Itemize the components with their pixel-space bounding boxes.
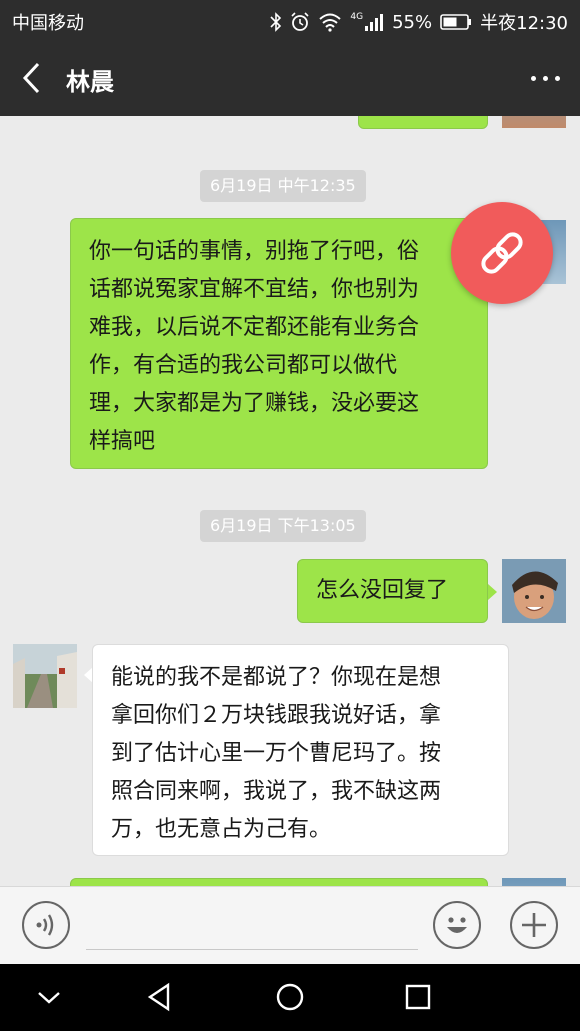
message-input[interactable] — [86, 949, 418, 950]
carrier-name: 中国移动 — [12, 13, 84, 34]
my-avatar[interactable] — [502, 559, 566, 623]
battery-percent: 55% — [392, 11, 433, 33]
status-icons: 4G 55% 半夜12:30 — [270, 9, 568, 35]
hide-keyboard-icon[interactable] — [32, 980, 66, 1014]
message-line: 到了估计心里一万个曹尼玛了。按 — [111, 741, 442, 766]
partial-sent-bubble[interactable] — [70, 878, 488, 886]
message-line: 万，也无意占为己有。 — [111, 817, 332, 842]
more-dots-icon[interactable] — [528, 64, 562, 92]
message-line: 话都说冤家宜解不宜结，你也别为 — [89, 277, 420, 302]
signal-icon: 4G — [350, 13, 384, 31]
emoji-icon[interactable] — [433, 901, 481, 949]
battery-icon — [440, 14, 472, 30]
message-line: 照合同来啊，我说了，我不缺这两 — [111, 779, 442, 804]
system-nav-bar — [0, 964, 580, 1031]
received-message-bubble[interactable]: 能说的我不是都说了？你现在是想 拿回你们２万块钱跟我说好话，拿 到了估计心里一万… — [92, 644, 509, 856]
sent-message-bubble[interactable]: 你一句话的事情，别拖了行吧，俗 话都说冤家宜解不宜结，你也别为 难我，以后说不定… — [70, 218, 488, 469]
network-type: 4G — [350, 12, 364, 22]
message-line: 作，有合适的我公司都可以做代 — [89, 353, 398, 378]
plus-icon[interactable] — [510, 901, 558, 949]
back-triangle-icon[interactable] — [143, 980, 177, 1014]
message-line: 你一句话的事情，别拖了行吧，俗 — [89, 239, 420, 264]
link-icon — [481, 232, 523, 274]
voice-icon[interactable] — [22, 901, 70, 949]
message-line: 理，大家都是为了赚钱，没必要这 — [89, 391, 420, 416]
message-line: 能说的我不是都说了？你现在是想 — [111, 665, 442, 690]
timestamp: 6月19日 中午12:35 — [200, 170, 366, 202]
bluetooth-icon — [270, 12, 282, 32]
message-line: 拿回你们２万块钱跟我说好话，拿 — [111, 703, 442, 728]
timestamp: 6月19日 下午13:05 — [200, 510, 366, 542]
alarm-icon — [291, 12, 309, 31]
contact-avatar[interactable] — [13, 644, 77, 708]
my-avatar-partial[interactable] — [502, 116, 566, 128]
partial-sent-bubble[interactable] — [358, 116, 488, 129]
link-fab-button[interactable] — [451, 202, 553, 304]
clock: 半夜12:30 — [480, 13, 568, 34]
recents-square-icon[interactable] — [401, 980, 435, 1014]
message-line: 样搞吧 — [89, 429, 156, 454]
contact-name: 林晨 — [66, 68, 114, 96]
message-line: 难我，以后说不定都还能有业务合 — [89, 315, 420, 340]
home-circle-icon[interactable] — [273, 980, 307, 1014]
sent-message-bubble[interactable]: 怎么没回复了 — [297, 559, 488, 623]
chat-header: 林晨 — [0, 40, 580, 116]
bubble-tail — [488, 584, 497, 600]
my-avatar-partial[interactable] — [502, 878, 566, 886]
back-arrow-icon[interactable] — [18, 60, 48, 96]
status-bar: 中国移动 4G 55% 半夜12:30 — [0, 0, 580, 40]
message-text: 怎么没回复了 — [316, 578, 449, 603]
input-bar — [0, 886, 580, 965]
wifi-icon — [319, 13, 342, 32]
